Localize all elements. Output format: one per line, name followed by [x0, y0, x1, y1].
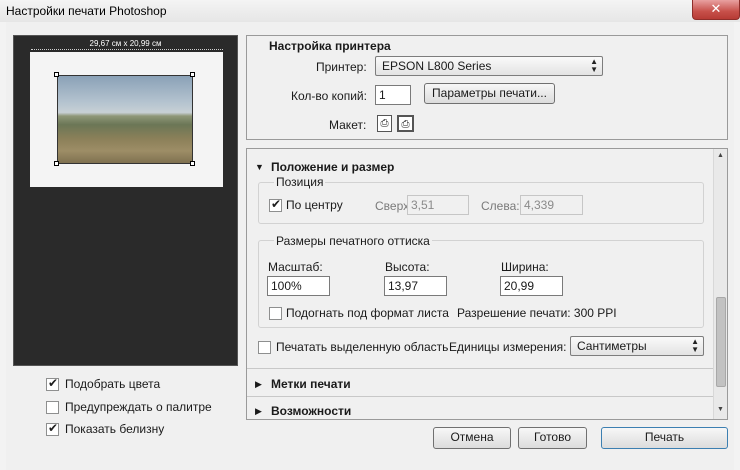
dimension-ruler [31, 49, 223, 51]
printer-setup-heading: Настройка принтера [269, 39, 391, 53]
print-settings-button[interactable]: Параметры печати... [424, 83, 555, 104]
print-selected-checkbox[interactable] [258, 341, 271, 354]
top-input[interactable]: 3,51 [407, 195, 469, 215]
match-colors-checkbox[interactable] [46, 376, 59, 391]
print-size-group-title: Размеры печатного оттиска [274, 234, 432, 248]
preview-dimensions: 29,67 см x 20,99 см [89, 39, 162, 48]
copies-label: Кол-во копий: [291, 89, 367, 103]
height-input[interactable]: 13,97 [384, 276, 447, 296]
width-input[interactable]: 20,99 [500, 276, 563, 296]
height-label: Высота: [385, 260, 430, 274]
print-preview: 29,67 см x 20,99 см [13, 35, 238, 366]
section-collapsed-icon[interactable]: ▶ [255, 406, 262, 417]
fit-media-checkbox[interactable] [269, 307, 282, 320]
resize-handle-tr[interactable] [190, 72, 195, 77]
units-select-value: Сантиметры [577, 339, 647, 353]
window-title: Настройки печати Photoshop [6, 4, 167, 18]
print-resolution-text: Разрешение печати: 300 PPI [457, 306, 617, 320]
window-border-left [0, 22, 6, 470]
portrait-layout-icon[interactable]: ⎙ [377, 115, 392, 132]
scroll-down-icon[interactable]: ▼ [717, 406, 724, 413]
section-divider [247, 396, 714, 397]
units-label: Единицы измерения: [449, 340, 567, 354]
functions-heading[interactable]: Возможности [271, 404, 351, 418]
settings-scrollbar[interactable]: ▲ ▼ [713, 149, 727, 419]
show-paper-white-checkbox[interactable] [46, 421, 59, 436]
paper-sheet [30, 52, 223, 187]
left-input[interactable]: 4,339 [520, 195, 583, 215]
print-settings-panel: ▼ Положение и размер Позиция По центру С… [246, 148, 728, 420]
resize-handle-bl[interactable] [54, 161, 59, 166]
gamut-warning-checkbox[interactable] [46, 400, 59, 414]
title-bar: Настройки печати Photoshop ✕ [0, 0, 740, 22]
match-colors-option[interactable]: Подобрать цвета [46, 376, 161, 391]
printer-select[interactable]: EPSON L800 Series ▲ ▼ [375, 56, 603, 76]
gamut-warning-option[interactable]: Предупреждать о палитре [46, 400, 212, 414]
position-size-heading[interactable]: Положение и размер [271, 160, 394, 174]
scroll-thumb[interactable] [716, 297, 726, 387]
landscape-layout-icon[interactable]: ⎙ [397, 115, 414, 132]
center-label: По центру [286, 198, 343, 212]
printer-setup-panel: Настройка принтера Принтер: EPSON L800 S… [246, 35, 728, 140]
resize-handle-br[interactable] [190, 161, 195, 166]
print-selected-label: Печатать выделенную область [276, 340, 449, 354]
section-expanded-icon[interactable]: ▼ [255, 162, 264, 172]
show-paper-white-option[interactable]: Показать белизну [46, 421, 165, 436]
left-label: Слева: [481, 199, 520, 213]
position-group-title: Позиция [274, 175, 326, 189]
section-collapsed-icon[interactable]: ▶ [255, 379, 262, 390]
print-button[interactable]: Печать [601, 427, 728, 449]
match-colors-label: Подобрать цвета [65, 377, 161, 391]
section-divider [247, 368, 714, 369]
scroll-up-icon[interactable]: ▲ [717, 152, 724, 159]
show-paper-white-label: Показать белизну [65, 422, 165, 436]
printer-label: Принтер: [316, 60, 367, 74]
window-border-right [734, 22, 740, 470]
gamut-warning-label: Предупреждать о палитре [65, 400, 212, 414]
updown-arrows-icon: ▲ ▼ [590, 57, 598, 74]
close-button[interactable]: ✕ [692, 0, 740, 20]
resize-handle-tl[interactable] [54, 72, 59, 77]
layout-label: Макет: [329, 118, 367, 132]
preview-image[interactable] [57, 75, 193, 164]
done-button[interactable]: Готово [518, 427, 587, 449]
units-select[interactable]: Сантиметры ▲ ▼ [570, 336, 704, 356]
print-marks-heading[interactable]: Метки печати [271, 377, 351, 391]
copies-input[interactable]: 1 [375, 85, 411, 105]
printer-select-value: EPSON L800 Series [382, 59, 492, 73]
cancel-button[interactable]: Отмена [433, 427, 511, 449]
updown-arrows-icon: ▲ ▼ [691, 337, 699, 354]
width-label: Ширина: [501, 260, 549, 274]
scale-label: Масштаб: [268, 260, 323, 274]
close-icon: ✕ [710, 1, 722, 16]
fit-media-label: Подогнать под формат листа [286, 306, 449, 320]
scale-input[interactable]: 100% [267, 276, 330, 296]
center-checkbox[interactable] [269, 197, 282, 212]
